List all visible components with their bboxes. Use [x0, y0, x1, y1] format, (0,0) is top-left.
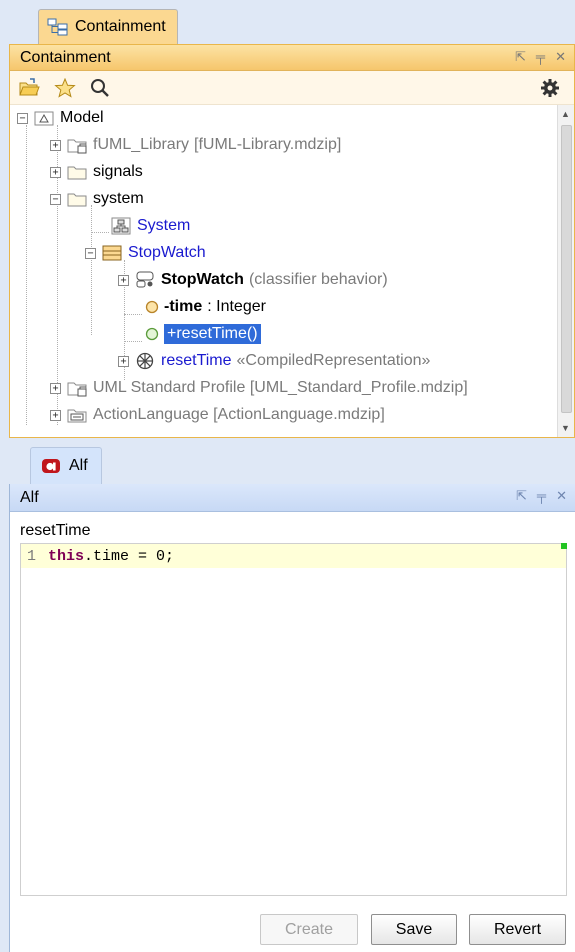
tree-item-signals[interactable]: + signals [50, 159, 143, 185]
alf-titlebar: Alf ⇱ ╤ ✕ [10, 484, 575, 512]
scroll-up-icon[interactable]: ▲ [561, 109, 570, 119]
close-icon[interactable]: ✕ [555, 49, 566, 65]
star-icon[interactable] [54, 77, 76, 98]
containment-title: Containment [20, 48, 111, 66]
tree-item-actionlanguage[interactable]: + ActionLanguage [ActionLanguage.mdzip] [50, 402, 385, 428]
pin-icon[interactable]: ╤ [536, 49, 545, 65]
revert-button[interactable]: Revert [469, 914, 566, 945]
alf-panel: Alf ⇱ ╤ ✕ resetTime 1 this.time = 0; Cre… [9, 484, 575, 952]
package-folder-icon [67, 193, 87, 207]
tree-item-uml-standard-profile[interactable]: + UML Standard Profile [UML_Standard_Pro… [50, 375, 468, 401]
expand-icon[interactable]: + [118, 274, 129, 286]
tree-item-system-package[interactable]: − system [50, 186, 144, 212]
code-line-1[interactable]: this.time = 0; [48, 548, 174, 565]
expand-icon[interactable]: + [50, 139, 61, 151]
save-button[interactable]: Save [371, 914, 457, 945]
undock-icon[interactable]: ⇱ [515, 49, 526, 65]
tree-item-resettime-operation[interactable]: +resetTime() [145, 321, 261, 347]
open-folder-icon[interactable] [18, 77, 40, 98]
tree-item-model[interactable]: − Model [17, 105, 104, 131]
public-operation-icon [145, 327, 159, 341]
status-marker-icon [561, 543, 567, 549]
containment-toolbar [10, 71, 574, 105]
profile-folder-icon [67, 409, 87, 423]
alf-logo-icon [42, 459, 60, 473]
tree-item-classifier-behavior[interactable]: + StopWatch (classifier behavior) [118, 267, 388, 293]
pin-icon[interactable]: ╤ [537, 488, 546, 504]
tree-item-stopwatch-class[interactable]: − StopWatch [85, 240, 206, 266]
class-icon [102, 245, 122, 261]
alf-title: Alf [20, 488, 39, 506]
scrollbar-thumb[interactable] [561, 125, 572, 413]
activity-icon [136, 352, 154, 370]
search-icon[interactable] [90, 78, 110, 98]
containment-window-controls: ⇱ ╤ ✕ [515, 49, 566, 65]
containment-titlebar: Containment ⇱ ╤ ✕ [10, 44, 574, 71]
close-icon[interactable]: ✕ [556, 488, 567, 504]
code-text: .time = 0; [84, 548, 175, 565]
collapse-icon[interactable]: − [50, 193, 61, 205]
alf-code-editor[interactable]: 1 this.time = 0; [20, 543, 567, 896]
profile-folder-icon [67, 382, 87, 397]
tree-item-fuml-library[interactable]: + fUML_Library [fUML-Library.mdzip] [50, 132, 341, 158]
containment-tree: − Model + fUML_Library [fUML-Library.mdz… [10, 105, 558, 437]
code-keyword: this [48, 548, 85, 565]
gear-icon[interactable] [540, 78, 560, 98]
selected-item-label: +resetTime() [164, 324, 261, 344]
state-machine-icon [136, 271, 154, 288]
undock-icon[interactable]: ⇱ [516, 488, 527, 504]
package-folder-icon [67, 166, 87, 180]
collapse-icon[interactable]: − [85, 247, 96, 259]
tree-item-time-attribute[interactable]: -time : Integer [145, 294, 266, 320]
tab-alf[interactable]: Alf [30, 447, 102, 484]
alf-window-controls: ⇱ ╤ ✕ [516, 488, 567, 504]
library-folder-icon [67, 139, 87, 154]
alf-tabstrip: Alf [0, 438, 575, 484]
tab-alf-label: Alf [69, 457, 88, 474]
model-package-icon [34, 111, 54, 126]
tab-containment-label: Containment [75, 18, 166, 35]
operation-name-label: resetTime [20, 522, 91, 539]
expand-icon[interactable]: + [50, 409, 61, 421]
private-property-icon [145, 300, 159, 314]
expand-icon[interactable]: + [118, 355, 129, 367]
create-button[interactable]: Create [260, 914, 358, 945]
expand-icon[interactable]: + [50, 382, 61, 394]
class-diagram-icon [111, 217, 131, 235]
tree-item-resettime-compiled[interactable]: + resetTime «CompiledRepresentation» [118, 348, 430, 374]
collapse-icon[interactable]: − [17, 112, 28, 124]
containment-tree-icon [47, 18, 68, 36]
tree-vertical-scrollbar[interactable]: ▲ ▼ [557, 105, 574, 437]
tab-containment[interactable]: Containment [38, 9, 178, 44]
containment-panel: Containment ⇱ ╤ ✕ − Model + fUML_Library… [9, 44, 575, 438]
scroll-down-icon[interactable]: ▼ [561, 423, 570, 433]
tree-item-system-diagram[interactable]: System [110, 213, 190, 239]
line-number: 1 [27, 548, 37, 565]
expand-icon[interactable]: + [50, 166, 61, 178]
containment-tabstrip: Containment [0, 0, 575, 44]
